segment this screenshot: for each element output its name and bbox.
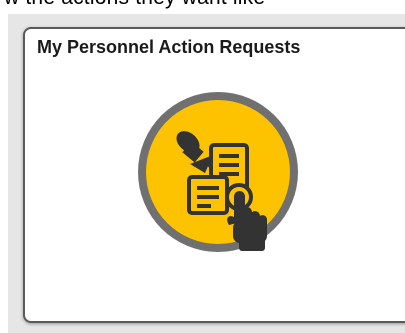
tile-title: My Personnel Action Requests <box>37 37 301 57</box>
personnel-action-requests-tile[interactable]: My Personnel Action Requests <box>23 27 405 323</box>
background-instruction-text: w the actions they want like <box>4 0 265 10</box>
document-front-icon <box>187 175 229 215</box>
page: w the actions they want like My Personne… <box>0 0 405 333</box>
personnel-action-icon <box>133 87 303 257</box>
